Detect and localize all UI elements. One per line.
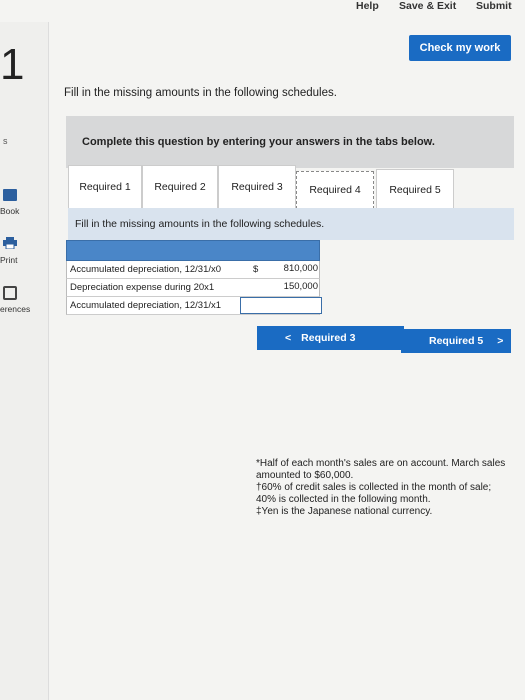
tab-required-2[interactable]: Required 2 — [142, 165, 218, 209]
next-required-5-button[interactable]: Required 5 > — [401, 329, 511, 353]
schedule-header — [66, 240, 320, 261]
table-row: Accumulated depreciation, 12/31/x0 $ 810… — [66, 261, 320, 279]
sidebar-book-label[interactable]: Book — [0, 206, 19, 216]
tab-required-1[interactable]: Required 1 — [68, 165, 142, 209]
footnote: *Half of each month's sales are on accou… — [256, 458, 506, 481]
table-row: Depreciation expense during 20x1 150,000 — [66, 279, 320, 297]
book-icon[interactable] — [3, 189, 17, 201]
sidebar-references-label[interactable]: erences — [0, 304, 30, 314]
row-label: Accumulated depreciation, 12/31/x0 — [70, 264, 222, 275]
tab-bar: Required 1 Required 2 Required 3 Require… — [68, 165, 514, 211]
row-value[interactable]: 150,000 — [263, 280, 318, 294]
submit-link[interactable]: Submit — [476, 0, 512, 12]
tab-required-3[interactable]: Required 3 — [218, 165, 296, 209]
next-button-label: Required 5 — [429, 335, 484, 347]
footnotes: *Half of each month's sales are on accou… — [256, 458, 506, 518]
save-exit-link[interactable]: Save & Exit — [399, 0, 456, 12]
sidebar-print-label[interactable]: Print — [0, 255, 17, 265]
row-label: Depreciation expense during 20x1 — [70, 282, 215, 293]
panel-title: Complete this question by entering your … — [82, 136, 435, 148]
help-link[interactable]: Help — [356, 0, 379, 12]
prev-button-label: Required 3 — [301, 332, 356, 344]
sidebar-fragment: s — [3, 136, 8, 146]
question-panel: Complete this question by entering your … — [66, 116, 514, 168]
check-my-work-button[interactable]: Check my work — [409, 35, 511, 61]
tab-instruction: Fill in the missing amounts in the follo… — [75, 218, 325, 230]
question-instruction: Fill in the missing amounts in the follo… — [64, 87, 337, 99]
footnote: †60% of credit sales is collected in the… — [256, 482, 492, 505]
prev-required-3-button[interactable]: < Required 3 — [257, 326, 404, 350]
chevron-right-icon: > — [497, 335, 504, 347]
references-icon[interactable] — [3, 286, 17, 300]
chevron-left-icon: < — [285, 332, 292, 344]
tab-content-header: Fill in the missing amounts in the follo… — [68, 208, 514, 240]
footnote: ‡Yen is the Japanese national currency. — [256, 506, 433, 517]
accumulated-depreciation-input[interactable] — [240, 297, 322, 314]
tab-required-5[interactable]: Required 5 — [376, 169, 454, 211]
top-bar: Help Save & Exit Submit — [0, 0, 525, 22]
currency-symbol: $ — [253, 264, 259, 275]
row-label: Accumulated depreciation, 12/31/x1 — [70, 300, 222, 311]
left-sidebar — [0, 22, 49, 700]
tab-required-4[interactable]: Required 4 — [296, 171, 374, 209]
question-number: 1 — [0, 40, 25, 89]
row-value[interactable]: 810,000 — [263, 262, 318, 276]
schedule-table: Accumulated depreciation, 12/31/x0 $ 810… — [66, 240, 322, 315]
table-row: Accumulated depreciation, 12/31/x1 — [66, 297, 322, 315]
print-icon[interactable] — [3, 237, 17, 249]
